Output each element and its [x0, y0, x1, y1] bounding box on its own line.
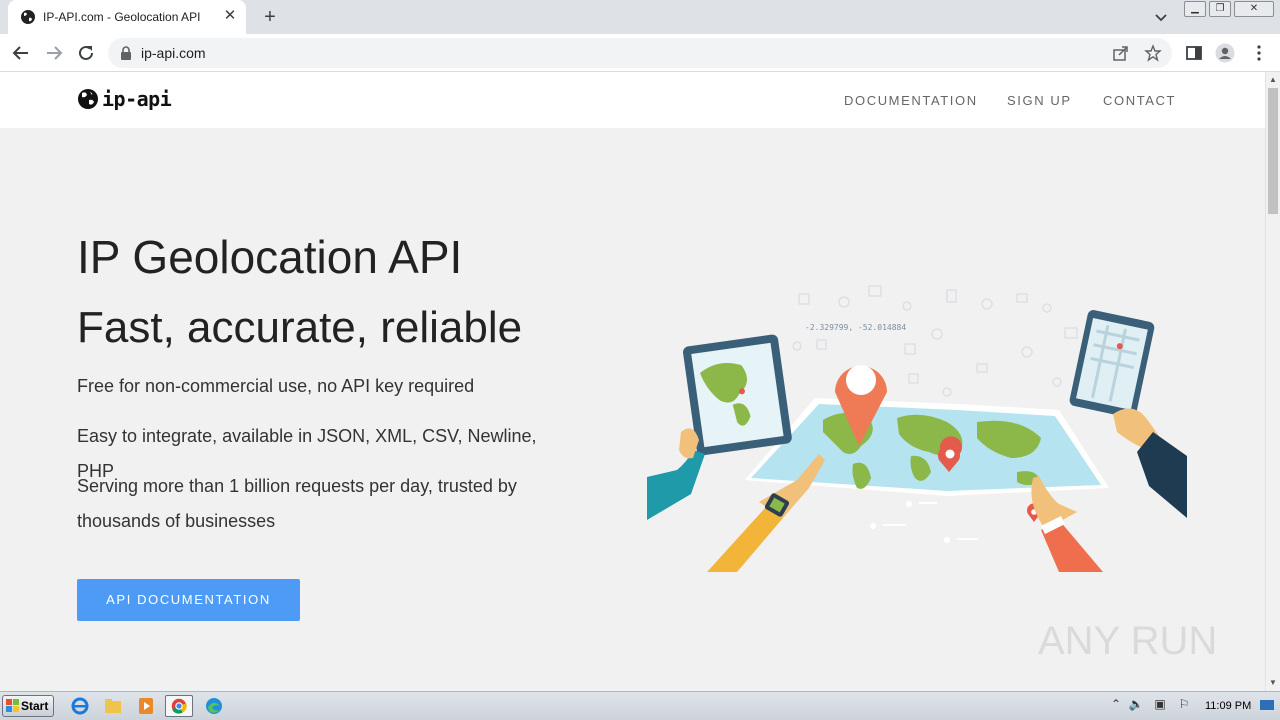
close-window-button[interactable]: ✕ — [1234, 1, 1274, 17]
show-desktop-icon[interactable] — [1259, 697, 1275, 713]
start-label: Start — [21, 699, 49, 713]
new-tab-button[interactable]: + — [259, 6, 281, 28]
profile-avatar-icon[interactable] — [1215, 43, 1235, 63]
windows-taskbar: Start ⌃ 🔈 ▣ ⚐ 11:09 PM — [0, 691, 1280, 720]
tab-close-icon[interactable]: ✕ — [222, 8, 238, 24]
url-text[interactable]: ip-api.com — [141, 45, 206, 61]
file-explorer-icon[interactable] — [99, 695, 127, 717]
nav-contact[interactable]: CONTACT — [1103, 93, 1176, 108]
scroll-down-arrow-icon[interactable]: ▼ — [1269, 678, 1277, 687]
tab-search-chevron-icon[interactable] — [1152, 8, 1170, 26]
anyrun-watermark-logo: ANY RUN — [1038, 619, 1217, 663]
network-icon[interactable]: ▣ — [1152, 697, 1168, 713]
back-arrow-icon[interactable] — [10, 42, 32, 64]
bookmark-star-icon[interactable] — [1144, 44, 1162, 62]
feature-free: Free for non-commercial use, no API key … — [77, 376, 475, 396]
page-scrollbar[interactable]: ▲ ▼ — [1265, 72, 1280, 691]
chrome-taskbar-icon[interactable] — [165, 695, 193, 717]
forward-arrow-icon[interactable] — [43, 42, 65, 64]
lock-icon[interactable] — [120, 46, 132, 60]
kebab-menu-icon[interactable] — [1249, 43, 1269, 63]
taskbar-clock[interactable]: 11:09 PM — [1205, 700, 1251, 712]
nav-sign-up[interactable]: SIGN UP — [1007, 93, 1072, 108]
media-player-icon[interactable] — [132, 695, 160, 717]
site-header: ip-api DOCUMENTATION SIGN UP CONTACT — [0, 72, 1265, 128]
browser-tab[interactable]: IP-API.com - Geolocation API ✕ — [8, 0, 246, 34]
side-panel-icon[interactable] — [1184, 43, 1204, 63]
hero-title: IP Geolocation API — [77, 231, 463, 283]
volume-icon[interactable]: 🔈 — [1128, 697, 1144, 713]
minimize-button[interactable]: ▁ — [1184, 1, 1206, 17]
web-page: ip-api DOCUMENTATION SIGN UP CONTACT IP … — [0, 72, 1265, 691]
start-button[interactable]: Start — [2, 695, 54, 717]
site-logo[interactable]: ip-api — [77, 86, 172, 112]
tab-strip: IP-API.com - Geolocation API ✕ + ▁ ❐ ✕ — [0, 0, 1280, 34]
tray-expand-icon[interactable]: ⌃ — [1108, 697, 1124, 713]
geolocation-illustration: -2.329799, -52.014884 — [647, 285, 1187, 572]
globe-icon — [21, 10, 35, 24]
action-center-flag-icon[interactable]: ⚐ — [1176, 697, 1192, 713]
restore-button[interactable]: ❐ — [1209, 1, 1231, 17]
browser-toolbar: ip-api.com — [0, 34, 1280, 72]
globe-logo-icon — [78, 89, 98, 109]
coordinates-label: -2.329799, -52.014884 — [805, 323, 906, 332]
address-bar[interactable]: ip-api.com — [108, 38, 1172, 68]
feature-scale: Serving more than 1 billion requests per… — [77, 476, 517, 531]
tab-title: IP-API.com - Geolocation API — [43, 10, 201, 24]
hero-subtitle: Fast, accurate, reliable — [77, 303, 523, 352]
scroll-thumb[interactable] — [1268, 88, 1278, 214]
reload-icon[interactable] — [75, 42, 97, 64]
internet-explorer-icon[interactable] — [66, 695, 94, 717]
edge-icon[interactable] — [200, 695, 228, 717]
scroll-up-arrow-icon[interactable]: ▲ — [1269, 75, 1277, 84]
api-documentation-button[interactable]: API DOCUMENTATION — [77, 579, 300, 621]
share-icon[interactable] — [1112, 44, 1130, 62]
logo-text: ip-api — [102, 87, 172, 111]
svg-text:ANY RUN: ANY RUN — [1038, 619, 1217, 663]
windows-flag-icon — [6, 699, 19, 712]
nav-documentation[interactable]: DOCUMENTATION — [844, 93, 978, 108]
